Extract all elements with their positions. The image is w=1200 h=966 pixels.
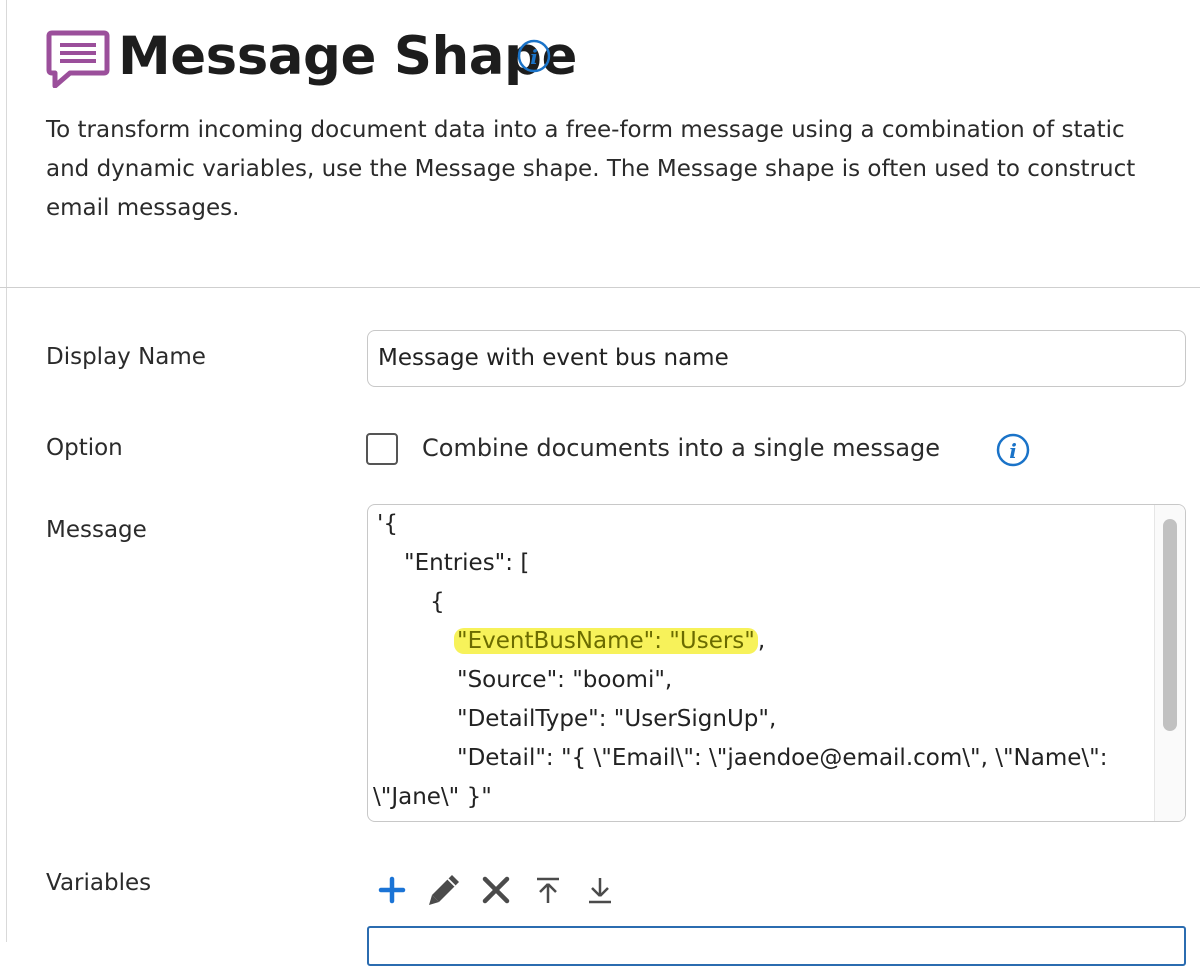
message-line: "DetailType": "UserSignUp", (457, 706, 777, 732)
option-label: Option (46, 435, 123, 461)
message-line: "Source": "boomi", (457, 667, 673, 693)
combine-documents-checkbox[interactable] (366, 433, 398, 465)
message-textarea[interactable]: '{ "Entries": [ { "EventBusName": "Users… (367, 504, 1186, 822)
left-panel-border (0, 0, 7, 942)
display-name-input[interactable]: Message with event bus name (367, 330, 1186, 387)
message-shape-icon (46, 30, 110, 88)
scrollbar-thumb[interactable] (1163, 519, 1177, 731)
combine-documents-label: Combine documents into a single message (422, 434, 941, 462)
description-line: email messages. (46, 195, 240, 221)
message-scrollbar[interactable] (1154, 505, 1185, 821)
message-line: "EventBusName": "Users", (454, 626, 765, 656)
highlighted-text: "EventBusName": "Users" (454, 628, 758, 654)
description-line: To transform incoming document data into… (46, 117, 1125, 143)
add-icon[interactable] (374, 872, 410, 908)
page-title: Message Shape (118, 26, 577, 87)
info-icon[interactable]: i (517, 39, 551, 73)
message-line: "Entries": [ (404, 550, 530, 576)
delete-icon[interactable] (478, 872, 514, 908)
message-label: Message (46, 517, 147, 543)
variables-label: Variables (46, 870, 152, 896)
move-top-icon[interactable] (530, 872, 566, 908)
display-name-label: Display Name (46, 344, 206, 370)
section-divider (0, 287, 1200, 288)
svg-text:i: i (530, 45, 538, 69)
line-suffix: , (757, 628, 766, 654)
page-description: To transform incoming document data into… (46, 111, 1200, 228)
edit-icon[interactable] (426, 872, 462, 908)
message-line: { (430, 589, 445, 615)
message-line: '{ (377, 511, 398, 537)
description-line: and dynamic variables, use the Message s… (46, 156, 1136, 182)
message-line: \"Jane\" }" (373, 784, 492, 810)
move-bottom-icon[interactable] (582, 872, 618, 908)
message-line: "Detail": "{ \"Email\": \"jaendoe@email.… (457, 745, 1108, 771)
svg-text:i: i (1009, 439, 1017, 463)
variables-table[interactable] (367, 926, 1186, 966)
info-icon[interactable]: i (996, 433, 1030, 467)
